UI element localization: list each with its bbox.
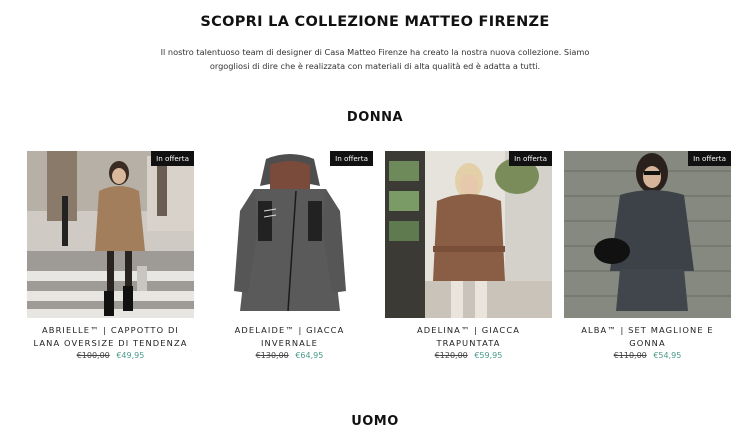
original-price: €100,00 (76, 351, 110, 360)
woman-beige-coat-photo (27, 151, 194, 318)
product-title[interactable]: ADELAIDE™ | GIACCA INVERNALE (208, 324, 371, 350)
price-row: €130,00 €64,95 (206, 351, 373, 361)
original-price: €120,00 (434, 351, 468, 360)
sale-badge: In offerta (509, 151, 552, 166)
product-card[interactable]: In offerta ALBA™ | SET MAGLIONE E GONNA … (564, 151, 731, 366)
price-row: €100,00 €49,95 (27, 351, 194, 361)
woman-grey-sweater-set-photo (564, 151, 731, 318)
product-image[interactable]: In offerta (206, 151, 373, 318)
sale-badge: In offerta (330, 151, 373, 166)
sale-badge: In offerta (688, 151, 731, 166)
grey-winter-jacket-photo (206, 151, 373, 318)
product-title[interactable]: ABRIELLE™ | CAPPOTTO DI LANA OVERSIZE DI… (29, 324, 192, 350)
sale-price: €54,95 (653, 351, 682, 360)
product-grid: In offerta ABRIELLE™ | CAPPOTTO DI LANA … (27, 151, 731, 366)
product-card[interactable]: In offerta ADELAIDE™ | GIACCA INVERNALE … (206, 151, 373, 366)
product-image[interactable]: In offerta (27, 151, 194, 318)
product-card[interactable]: In offerta ADELINA™ | GIACCA TRAPUNTATA … (385, 151, 552, 366)
sale-price: €59,95 (474, 351, 503, 360)
sale-price: €49,95 (116, 351, 145, 360)
product-title[interactable]: ADELINA™ | GIACCA TRAPUNTATA (387, 324, 550, 350)
price-row: €110,00 €54,95 (564, 351, 731, 361)
page-title: SCOPRI LA COLLEZIONE MATTEO FIRENZE (200, 14, 550, 30)
original-price: €110,00 (613, 351, 647, 360)
collection-description: Il nostro talentuoso team di designer di… (160, 47, 590, 71)
original-price: €130,00 (255, 351, 289, 360)
sale-badge: In offerta (151, 151, 194, 166)
product-image[interactable]: In offerta (385, 151, 552, 318)
section-title-donna: DONNA (346, 110, 404, 125)
woman-brown-puffer-photo (385, 151, 552, 318)
section-title-uomo: UOMO (351, 414, 399, 429)
product-card[interactable]: In offerta ABRIELLE™ | CAPPOTTO DI LANA … (27, 151, 194, 366)
sale-price: €64,95 (295, 351, 324, 360)
product-image[interactable]: In offerta (564, 151, 731, 318)
product-title[interactable]: ALBA™ | SET MAGLIONE E GONNA (566, 324, 729, 350)
price-row: €120,00 €59,95 (385, 351, 552, 361)
